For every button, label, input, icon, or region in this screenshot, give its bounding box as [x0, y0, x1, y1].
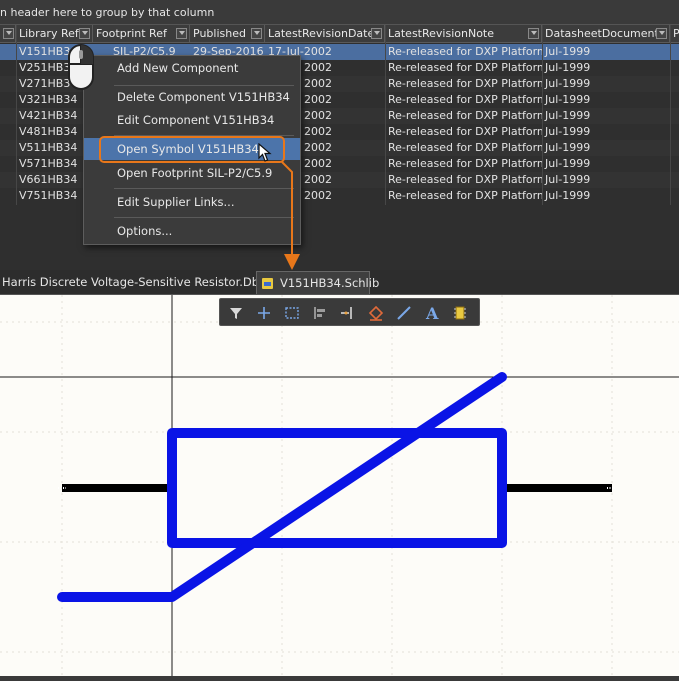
- cell-datasheet: Jul-1999: [545, 189, 591, 202]
- cell-library-ref: V481HB34: [19, 125, 78, 138]
- tab-label: Harris Discrete Voltage-Sensitive Resist…: [2, 275, 276, 289]
- filter-icon[interactable]: [656, 28, 667, 39]
- cell-revision-date: 2002: [304, 93, 332, 106]
- active-bar-toolbar: A: [219, 298, 480, 326]
- column-label: LatestRevisionDate: [268, 27, 375, 40]
- column-header-latest-revision-note[interactable]: LatestRevisionNote: [385, 25, 542, 43]
- cell-revision-note: Re-released for DXP Platform.: [388, 61, 542, 74]
- column-label: P: [673, 27, 679, 40]
- filter-icon[interactable]: [226, 303, 246, 323]
- cell-revision-note: Re-released for DXP Platform.: [388, 77, 542, 90]
- column-label: DatasheetDocument: [545, 27, 659, 40]
- filter-icon[interactable]: [176, 28, 187, 39]
- menu-item-options[interactable]: Options...: [84, 220, 300, 242]
- cell-revision-note: Re-released for DXP Platform.: [388, 125, 542, 138]
- cell-datasheet: Jul-1999: [545, 61, 591, 74]
- svg-text:A: A: [425, 304, 439, 323]
- menu-item-add-new-component[interactable]: Add New Component: [84, 57, 300, 79]
- grid-divider: [670, 25, 671, 205]
- column-label: Published: [193, 27, 246, 40]
- text-icon[interactable]: A: [422, 303, 442, 323]
- column-header-p[interactable]: P: [670, 25, 679, 43]
- group-by-hint: n header here to group by that column: [0, 6, 215, 19]
- cell-revision-note: Re-released for DXP Platform.: [388, 173, 542, 186]
- cell-revision-date: 2002: [304, 61, 332, 74]
- grid-divider: [542, 25, 543, 205]
- pin-icon[interactable]: [338, 303, 358, 323]
- cell-datasheet: Jul-1999: [545, 77, 591, 90]
- cell-revision-note: Re-released for DXP Platform.: [388, 93, 542, 106]
- tab-label: V151HB34.Schlib: [280, 276, 380, 290]
- menu-item-edit-component[interactable]: Edit Component V151HB34: [84, 109, 300, 131]
- grid-divider: [385, 25, 386, 205]
- schematic-canvas[interactable]: [0, 295, 679, 676]
- cell-revision-date: 2002: [304, 109, 332, 122]
- cell-datasheet: Jul-1999: [545, 109, 591, 122]
- cell-revision-date: 2002: [304, 125, 332, 138]
- cell-library-ref: V571HB34: [19, 157, 78, 170]
- filter-icon[interactable]: [371, 28, 382, 39]
- component-grid: n header here to group by that column Li…: [0, 0, 679, 270]
- cell-library-ref: V751HB34: [19, 189, 78, 202]
- cell-datasheet: Jul-1999: [545, 173, 591, 186]
- column-header-latest-revision-date[interactable]: LatestRevisionDate: [265, 25, 385, 43]
- tab-schlib[interactable]: V151HB34.Schlib: [256, 271, 379, 294]
- menu-separator: [114, 217, 294, 218]
- cell-library-ref: V321HB34: [19, 93, 78, 106]
- cell-datasheet: Jul-1999: [545, 93, 591, 106]
- column-label: Library Ref: [19, 27, 79, 40]
- align-icon[interactable]: [310, 303, 330, 323]
- schlib-file-icon: [262, 278, 273, 289]
- column-label: LatestRevisionNote: [388, 27, 495, 40]
- cell-revision-date: 2002: [304, 141, 332, 154]
- cell-revision-note: Re-released for DXP Platform.: [388, 109, 542, 122]
- mouse-pointer-icon: [258, 143, 272, 162]
- menu-separator: [114, 188, 294, 189]
- cell-datasheet: Jul-1999: [545, 45, 591, 58]
- fill-shape-icon[interactable]: [366, 303, 386, 323]
- cell-revision-note: Re-released for DXP Platform.: [388, 141, 542, 154]
- cell-revision-note: Re-released for DXP Platform.: [388, 189, 542, 202]
- canvas-bottom-border: [0, 676, 679, 681]
- menu-item-open-footprint[interactable]: Open Footprint SIL-P2/C5.9: [84, 162, 300, 184]
- cell-revision-date: 2002: [304, 189, 332, 202]
- document-tab-bar: Harris Discrete Voltage-Sensitive Resist…: [0, 270, 679, 295]
- select-rectangle-icon[interactable]: [282, 303, 302, 323]
- cell-revision-date: 2002: [304, 77, 332, 90]
- line-icon[interactable]: [394, 303, 414, 323]
- menu-item-delete-component[interactable]: Delete Component V151HB34: [84, 86, 300, 108]
- add-crosshair-icon[interactable]: [254, 303, 274, 323]
- column-label: Footprint Ref: [96, 27, 167, 40]
- cell-revision-note: Re-released for DXP Platform.: [388, 157, 542, 170]
- schematic-drawing: [0, 295, 679, 676]
- cell-revision-date: 2002: [304, 157, 332, 170]
- cell-library-ref: V511HB34: [19, 141, 78, 154]
- cell-datasheet: Jul-1999: [545, 125, 591, 138]
- filter-icon[interactable]: [79, 28, 90, 39]
- tab-dblib[interactable]: Harris Discrete Voltage-Sensitive Resist…: [0, 271, 276, 294]
- filter-icon[interactable]: [528, 28, 539, 39]
- cell-library-ref: V421HB34: [19, 109, 78, 122]
- cell-library-ref: V661HB34: [19, 173, 78, 186]
- column-header-datasheet-document[interactable]: DatasheetDocument: [542, 25, 670, 43]
- cell-datasheet: Jul-1999: [545, 141, 591, 154]
- grid-header-row: Library Ref Footprint Ref Published Late…: [0, 25, 679, 43]
- filter-icon[interactable]: [251, 28, 262, 39]
- mouse-right-click-icon: [68, 44, 94, 90]
- filter-icon[interactable]: [3, 28, 14, 39]
- cell-datasheet: Jul-1999: [545, 157, 591, 170]
- menu-item-edit-supplier-links[interactable]: Edit Supplier Links...: [84, 191, 300, 213]
- component-icon[interactable]: [450, 303, 470, 323]
- grid-divider: [16, 25, 17, 205]
- cell-revision-date: 2002: [304, 173, 332, 186]
- group-by-bar[interactable]: n header here to group by that column: [0, 0, 679, 25]
- cell-revision-note: Re-released for DXP Platform.: [388, 45, 542, 58]
